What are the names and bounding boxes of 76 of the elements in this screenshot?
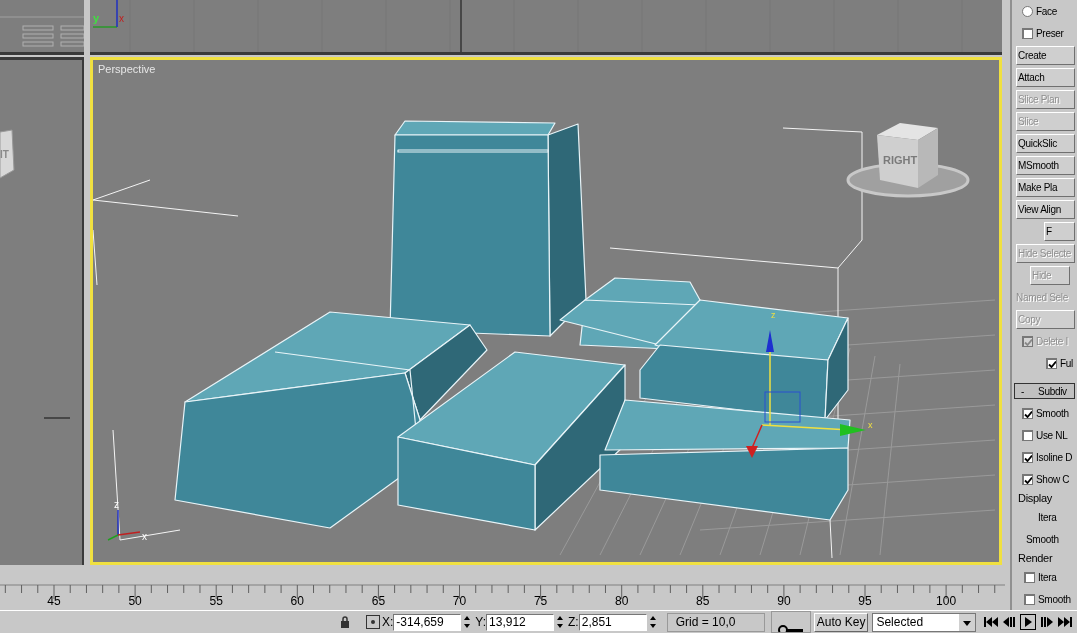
frame-number: 100 xyxy=(936,594,957,608)
radio-button[interactable] xyxy=(1022,5,1033,17)
coordinate-field[interactable]: 13,912 xyxy=(486,613,555,631)
spinner-label: Itera xyxy=(1038,511,1057,523)
panel-button[interactable]: Attach xyxy=(1016,67,1075,87)
selection-icon[interactable] xyxy=(366,615,380,629)
collapse-toggle[interactable]: - xyxy=(1021,385,1025,397)
axis-label: Y: xyxy=(475,615,487,629)
axis-label: x xyxy=(868,420,873,430)
key-filter-dropdown[interactable]: Selected xyxy=(872,612,977,632)
panel-button[interactable]: QuickSlic xyxy=(1016,133,1075,153)
frame-number: 50 xyxy=(128,594,142,608)
coordinate-field[interactable]: 2,851 xyxy=(578,613,647,631)
checkbox-label: Ful xyxy=(1060,357,1073,369)
view-cube-label: IT xyxy=(0,149,9,160)
key-icon[interactable] xyxy=(777,624,804,632)
frame-number: 65 xyxy=(371,594,386,608)
axis-label: Z: xyxy=(568,615,579,629)
frame-number: 90 xyxy=(777,594,791,608)
grid-axis-line xyxy=(43,417,71,419)
frame-number: 45 xyxy=(47,594,61,608)
panel-button[interactable]: View Align xyxy=(1016,199,1075,219)
auto-key-button[interactable]: Auto Key xyxy=(813,612,869,632)
go-to-end-icon[interactable] xyxy=(1058,617,1073,627)
axis-label: x xyxy=(142,531,147,542)
axis-label: z xyxy=(771,310,776,320)
previous-frame-icon[interactable] xyxy=(1003,617,1016,627)
radio-label: Face xyxy=(1036,5,1058,17)
frame-number: 60 xyxy=(290,594,304,608)
view-cube-icon[interactable] xyxy=(0,129,15,179)
checkbox[interactable] xyxy=(1022,407,1033,419)
go-to-start-icon[interactable] xyxy=(984,617,999,627)
checkbox[interactable] xyxy=(1024,593,1035,605)
axis-label: X: xyxy=(382,615,394,629)
group-label: Render xyxy=(1018,552,1053,564)
checkbox[interactable] xyxy=(1022,473,1033,485)
group-label: Display xyxy=(1018,492,1052,504)
rollout-title: Subdiv xyxy=(1038,385,1067,397)
view-cube-icon[interactable] xyxy=(846,123,970,198)
checkbox[interactable] xyxy=(1022,429,1033,441)
checkbox-label: Itera xyxy=(1038,571,1057,583)
checkbox[interactable] xyxy=(1022,27,1033,39)
axis-tripod-icon xyxy=(92,0,118,28)
checkbox-label: Smooth xyxy=(1036,407,1069,419)
frame-number: 85 xyxy=(696,594,710,608)
checkbox[interactable] xyxy=(1022,451,1033,463)
coordinate-field[interactable]: -314,659 xyxy=(393,613,462,631)
checkbox-label: Preser xyxy=(1036,27,1064,39)
checkbox-label: Show C xyxy=(1036,473,1070,485)
view-cube-label: RIGHT xyxy=(883,154,918,166)
checkbox-label: Isoline D xyxy=(1036,451,1073,463)
frame-number: 80 xyxy=(615,594,629,608)
lock-icon[interactable] xyxy=(340,616,350,628)
frame-number: 55 xyxy=(209,594,223,608)
checkbox[interactable] xyxy=(1046,357,1057,369)
axis-tripod-icon xyxy=(107,509,141,541)
next-frame-icon[interactable] xyxy=(1041,617,1054,627)
grid-size-readout: Grid = 10,0 xyxy=(666,612,765,632)
rollout-header[interactable]: - Subdiv xyxy=(1014,383,1075,399)
panel-button[interactable]: Make Pla xyxy=(1016,177,1075,197)
frame-number: 95 xyxy=(858,594,872,608)
checkbox-label: Smooth xyxy=(1038,593,1071,605)
play-icon[interactable] xyxy=(1020,614,1037,630)
checkbox-label: Use NL xyxy=(1036,429,1068,441)
axis-label: z xyxy=(114,499,119,510)
panel-button[interactable]: MSmooth xyxy=(1016,155,1075,175)
move-gizmo-icon[interactable] xyxy=(746,330,866,458)
axis-label: x xyxy=(119,13,124,24)
axis-label: y xyxy=(93,12,100,24)
grid-axis-line xyxy=(460,0,462,52)
spinner-label: Smooth xyxy=(1026,533,1059,545)
checkbox[interactable] xyxy=(1024,571,1035,583)
panel-button[interactable]: Create xyxy=(1016,45,1075,65)
panel-button[interactable]: F xyxy=(1044,221,1075,241)
frame-number: 75 xyxy=(533,594,548,608)
frame-number: 70 xyxy=(452,594,467,608)
